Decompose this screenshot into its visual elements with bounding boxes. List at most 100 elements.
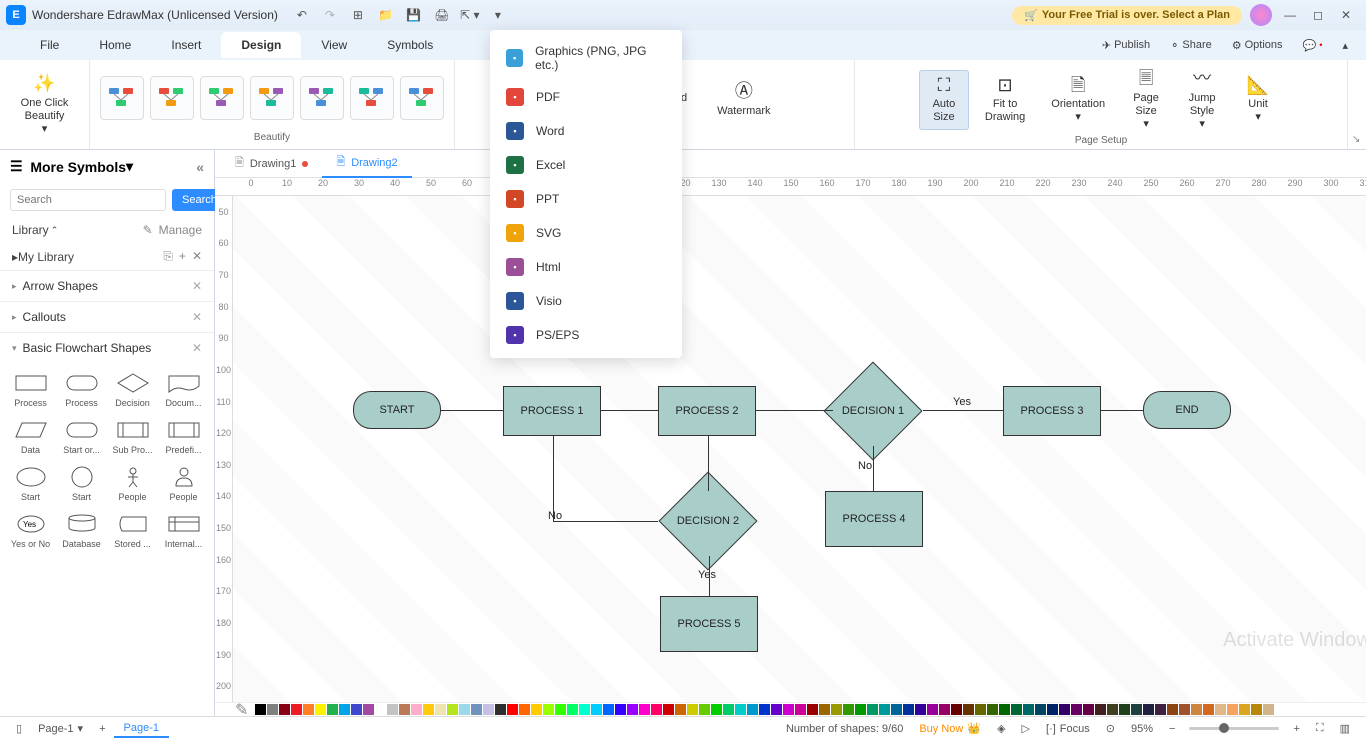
shape-end[interactable]: END: [1143, 391, 1231, 429]
color-swatch[interactable]: [1011, 704, 1022, 715]
color-swatch[interactable]: [735, 704, 746, 715]
outline-toggle[interactable]: ▯: [8, 720, 30, 737]
color-swatch[interactable]: [747, 704, 758, 715]
color-swatch[interactable]: [1107, 704, 1118, 715]
share-button[interactable]: ⚬ Share: [1162, 35, 1220, 56]
color-swatch[interactable]: [1119, 704, 1130, 715]
color-swatch[interactable]: [303, 704, 314, 715]
color-swatch[interactable]: [1263, 704, 1274, 715]
color-swatch[interactable]: [939, 704, 950, 715]
menu-symbols[interactable]: Symbols: [367, 32, 453, 58]
orientation-button[interactable]: 🗎Orientation ▾: [1041, 71, 1115, 129]
export-item-word[interactable]: ▪Word: [490, 114, 682, 148]
color-swatch[interactable]: [879, 704, 890, 715]
buy-now-link[interactable]: Buy Now 👑: [911, 720, 989, 737]
fullscreen-button[interactable]: ⛶: [1308, 720, 1332, 737]
color-swatch[interactable]: [483, 704, 494, 715]
export-item-ps/eps[interactable]: ▪PS/EPS: [490, 318, 682, 352]
color-swatch[interactable]: [1155, 704, 1166, 715]
color-swatch[interactable]: [567, 704, 578, 715]
shape-decision-2[interactable]: DECISION 2: [653, 486, 763, 556]
canvas[interactable]: START PROCESS 1 PROCESS 2 DECISION 1 PRO…: [233, 196, 1366, 702]
trial-banner[interactable]: 🛒 Your Free Trial is over. Select a Plan: [1012, 6, 1242, 25]
menu-file[interactable]: File: [20, 32, 79, 58]
user-avatar[interactable]: [1250, 4, 1272, 26]
open-button[interactable]: 📁: [372, 3, 400, 27]
shape-internal-[interactable]: Internal...: [159, 508, 208, 553]
search-input[interactable]: [10, 189, 166, 211]
remove-icon[interactable]: ✕: [192, 249, 202, 264]
color-swatch[interactable]: [459, 704, 470, 715]
sidebar-collapse-button[interactable]: «: [196, 159, 204, 175]
color-swatch[interactable]: [519, 704, 530, 715]
shape-start-or-[interactable]: Start or...: [57, 414, 106, 459]
zoom-level[interactable]: 95%: [1123, 721, 1161, 737]
shape-predefi-[interactable]: Predefi...: [159, 414, 208, 459]
library-row[interactable]: Library ⌃ ✎ Manage: [0, 217, 214, 243]
color-swatch[interactable]: [339, 704, 350, 715]
jump-style-button[interactable]: 〰Jump Style ▾: [1177, 64, 1227, 135]
color-swatch[interactable]: [891, 704, 902, 715]
color-swatch[interactable]: [963, 704, 974, 715]
shape-decision[interactable]: Decision: [108, 367, 157, 412]
theme-gallery[interactable]: [98, 64, 446, 132]
color-swatch[interactable]: [1095, 704, 1106, 715]
color-swatch[interactable]: [1167, 704, 1178, 715]
unit-button[interactable]: 📐Unit ▾: [1233, 71, 1283, 129]
shape-stored-[interactable]: Stored ...: [108, 508, 157, 553]
zoom-slider[interactable]: [1189, 727, 1279, 730]
color-swatch[interactable]: [1191, 704, 1202, 715]
theme-tile-4[interactable]: [300, 76, 344, 120]
color-swatch[interactable]: [999, 704, 1010, 715]
presentation-button[interactable]: ▷: [1014, 720, 1038, 737]
color-swatch[interactable]: [639, 704, 650, 715]
color-swatch[interactable]: [795, 704, 806, 715]
category-callouts[interactable]: ▸Callouts✕: [0, 301, 214, 332]
manage-button[interactable]: Manage: [159, 223, 202, 237]
export-item-excel[interactable]: ▪Excel: [490, 148, 682, 182]
category-basic-flowchart[interactable]: ▾Basic Flowchart Shapes✕: [0, 332, 214, 363]
color-swatch[interactable]: [759, 704, 770, 715]
color-swatch[interactable]: [651, 704, 662, 715]
export-item-pdf[interactable]: ▪PDF: [490, 80, 682, 114]
color-swatch[interactable]: [543, 704, 554, 715]
zoom-out-button[interactable]: −: [1161, 721, 1183, 737]
import-icon[interactable]: ⎘: [163, 249, 173, 264]
color-swatch[interactable]: [351, 704, 362, 715]
color-swatch[interactable]: [1227, 704, 1238, 715]
shape-yes-or-no[interactable]: YesYes or No: [6, 508, 55, 553]
color-swatch[interactable]: [771, 704, 782, 715]
color-swatch[interactable]: [915, 704, 926, 715]
shape-start[interactable]: Start: [6, 461, 55, 506]
page-tab-1[interactable]: Page-1: [114, 720, 169, 738]
one-click-beautify-button[interactable]: ✨One Click Beautify ▾: [11, 69, 79, 140]
shape-start[interactable]: START: [353, 391, 441, 429]
color-swatch[interactable]: [699, 704, 710, 715]
color-swatch[interactable]: [579, 704, 590, 715]
print-button[interactable]: 🖨: [428, 3, 456, 27]
close-button[interactable]: ✕: [1332, 3, 1360, 27]
color-swatch[interactable]: [987, 704, 998, 715]
shape-process-2[interactable]: PROCESS 2: [658, 386, 756, 436]
add-page-button[interactable]: +: [91, 721, 113, 737]
color-swatch[interactable]: [291, 704, 302, 715]
shape-data[interactable]: Data: [6, 414, 55, 459]
export-item-ppt[interactable]: ▪PPT: [490, 182, 682, 216]
focus-button[interactable]: [·] Focus: [1038, 721, 1098, 737]
redo-button[interactable]: ↷: [316, 3, 344, 27]
color-swatch[interactable]: [663, 704, 674, 715]
maximize-button[interactable]: ◻: [1304, 3, 1332, 27]
category-arrow-shapes[interactable]: ▸Arrow Shapes✕: [0, 270, 214, 301]
color-swatch[interactable]: [255, 704, 266, 715]
shape-process-5[interactable]: PROCESS 5: [660, 596, 758, 652]
shape-process-1[interactable]: PROCESS 1: [503, 386, 601, 436]
color-swatch[interactable]: [495, 704, 506, 715]
menu-insert[interactable]: Insert: [151, 32, 221, 58]
options-button[interactable]: ⚙ Options: [1224, 35, 1291, 56]
color-swatch[interactable]: [627, 704, 638, 715]
theme-tile-0[interactable]: [100, 76, 144, 120]
color-swatch[interactable]: [1023, 704, 1034, 715]
eyedropper-icon[interactable]: ✎: [235, 700, 248, 720]
color-swatch[interactable]: [411, 704, 422, 715]
doc-tab-drawing2[interactable]: 🗎 Drawing2: [322, 149, 411, 178]
